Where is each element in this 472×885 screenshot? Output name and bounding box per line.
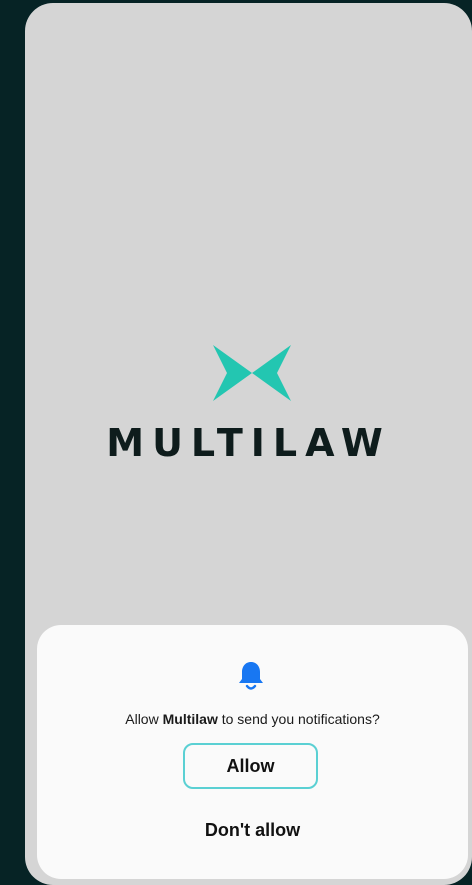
dont-allow-button[interactable]: Don't allow <box>167 812 338 848</box>
message-suffix: to send you notifications? <box>217 711 380 727</box>
brand-wordmark: MULTILAW <box>106 421 391 465</box>
multilaw-logo-icon <box>213 345 291 401</box>
permission-message: Allow Multilaw to send you notifications… <box>37 711 468 727</box>
allow-button[interactable]: Allow <box>183 743 318 789</box>
app-name: Multilaw <box>162 711 218 727</box>
app-screen: MULTILAW Allow Multilaw to send you noti… <box>25 3 472 885</box>
bell-icon <box>239 662 263 690</box>
notification-permission-dialog: Allow Multilaw to send you notifications… <box>37 625 468 879</box>
message-prefix: Allow <box>125 711 163 727</box>
